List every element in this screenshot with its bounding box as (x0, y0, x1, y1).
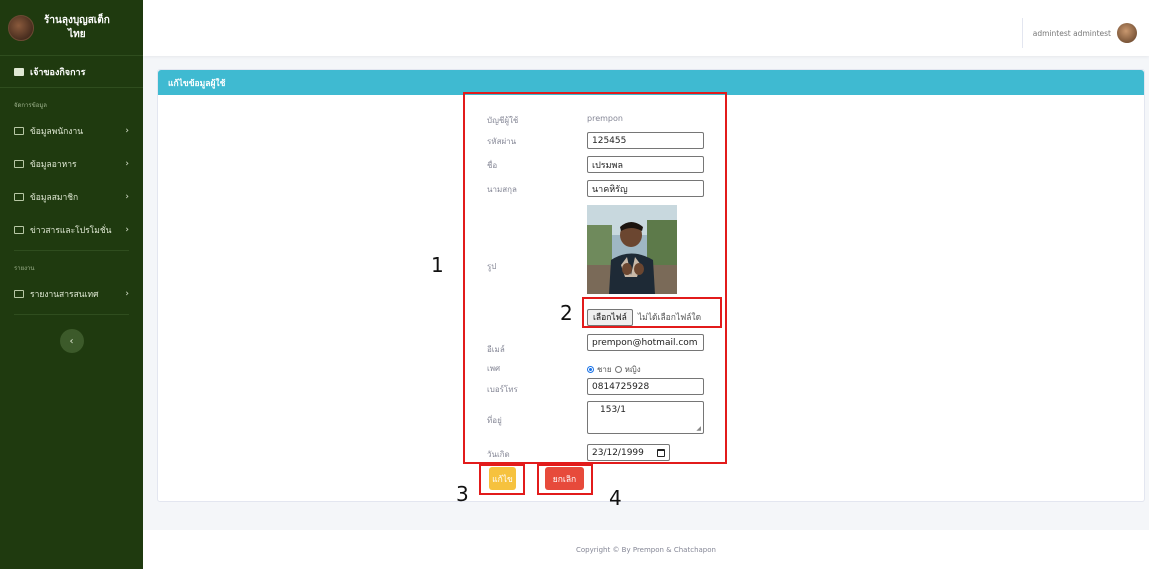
id-card-icon (14, 67, 24, 76)
topbar: admintest admintest (143, 0, 1149, 56)
sidebar-heading-report: รายงาน (14, 265, 35, 272)
sidebar-toggle-button[interactable]: ‹ (59, 329, 84, 353)
annotation-number-2: 2 (560, 301, 573, 325)
annotation-number-1: 1 (431, 253, 444, 277)
topbar-divider (1022, 18, 1023, 48)
annotation-number-4: 4 (609, 486, 622, 510)
annotation-box-3 (479, 464, 525, 495)
sidebar-item-report[interactable]: รายงานสารสนเทศ › (0, 277, 143, 310)
copyright-text: Copyright © By Prempon & Chatchapon (576, 545, 716, 554)
sidebar-divider (14, 314, 129, 315)
sidebar-item-members[interactable]: ข้อมูลสมาชิก › (0, 180, 143, 213)
food-icon (14, 159, 24, 168)
chevron-right-icon: › (125, 191, 129, 202)
sidebar-item-owner[interactable]: เจ้าของกิจการ (0, 56, 143, 88)
brand-logo-icon (8, 14, 34, 41)
brand-title: ร้านลุงบุญสเต็ก ไทย (44, 14, 110, 40)
sidebar-item-food[interactable]: ข้อมูลอาหาร › (0, 147, 143, 180)
annotation-box-1 (463, 92, 727, 464)
sidebar-heading-data: จัดการข้อมูล (14, 102, 47, 109)
avatar (1117, 23, 1137, 43)
chevron-right-icon: › (125, 125, 129, 136)
annotation-box-2 (582, 297, 722, 328)
chevron-right-icon: › (125, 158, 129, 169)
annotation-number-3: 3 (456, 482, 469, 506)
sidebar: ร้านลุงบุญสเต็ก ไทย เจ้าของกิจการ จัดการ… (0, 0, 143, 569)
sidebar-item-news[interactable]: ข่าวสารและโปรโมชั่น › (0, 213, 143, 246)
megaphone-icon (14, 225, 24, 234)
brand[interactable]: ร้านลุงบุญสเต็ก ไทย (0, 0, 143, 56)
users-icon (14, 192, 24, 201)
chevron-right-icon: › (125, 288, 129, 299)
user-name: admintest admintest (1032, 28, 1111, 38)
footer: Copyright © By Prempon & Chatchapon (143, 530, 1149, 569)
table-icon (14, 126, 24, 135)
sidebar-item-employees[interactable]: ข้อมูลพนักงาน › (0, 114, 143, 147)
chevron-right-icon: › (125, 224, 129, 235)
user-menu[interactable]: admintest admintest (1033, 23, 1137, 43)
folder-icon (14, 289, 24, 298)
annotation-box-4 (537, 464, 593, 495)
